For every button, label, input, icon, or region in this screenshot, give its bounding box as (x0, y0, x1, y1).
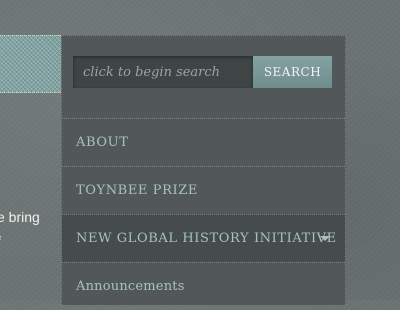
intro-text-fragment: e bring f (0, 205, 61, 253)
main-nav: ABOUT TOYNBEE PRIZE NEW GLOBAL HISTORY I… (62, 118, 345, 310)
chevron-down-icon[interactable] (320, 236, 330, 241)
nav-item-label: ABOUT (76, 135, 129, 150)
intro-text-line-1: e bring (0, 209, 40, 225)
search-input[interactable] (73, 56, 253, 88)
nav-item-label: Announcements (76, 279, 185, 294)
intro-text-line-2: f (0, 229, 61, 253)
nav-subitem-announcements[interactable]: Announcements (62, 262, 345, 310)
nav-item-about[interactable]: ABOUT (62, 118, 345, 166)
search-button[interactable]: SEARCH (253, 56, 332, 88)
nav-item-toynbee-prize[interactable]: TOYNBEE PRIZE (62, 166, 345, 214)
decorative-banner (0, 35, 61, 93)
search-form: SEARCH (73, 56, 332, 88)
navigation-panel: SEARCH ABOUT TOYNBEE PRIZE NEW GLOBAL HI… (61, 35, 346, 305)
nav-item-label: TOYNBEE PRIZE (76, 183, 198, 198)
nav-item-new-global-history-initiative[interactable]: NEW GLOBAL HISTORY INITIATIVE (62, 214, 345, 262)
nav-item-label: NEW GLOBAL HISTORY INITIATIVE (76, 231, 337, 246)
